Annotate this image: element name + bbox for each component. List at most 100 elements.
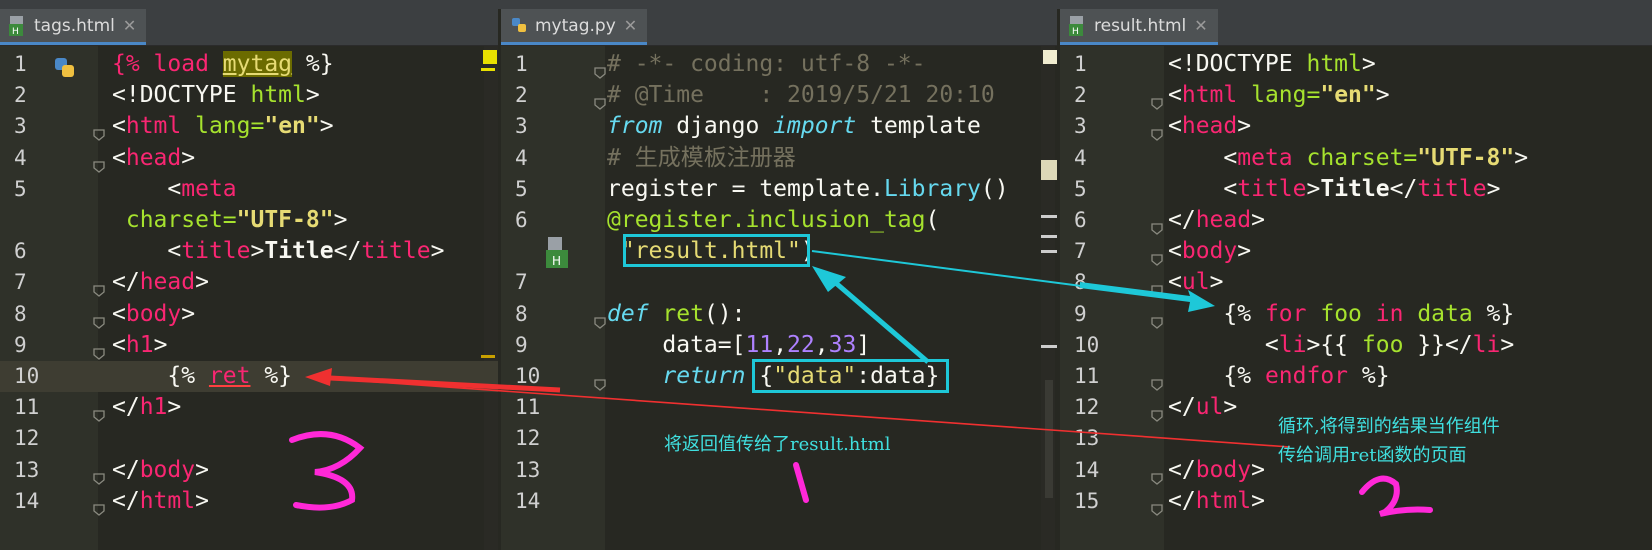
warning-marker[interactable]	[483, 50, 497, 64]
code-line[interactable]: 3 <head>	[1060, 111, 1652, 142]
code-line[interactable]: 4 <head>	[0, 143, 498, 174]
code-line[interactable]: 6 <title>Title</title>	[0, 236, 498, 267]
code-line[interactable]: 7	[501, 267, 1057, 298]
tab-mytag-py[interactable]: mytag.py ✕	[501, 9, 648, 45]
code-line[interactable]: 7 </head>	[0, 267, 498, 298]
line-number: 9	[1074, 301, 1087, 326]
line-number: 2	[1074, 83, 1087, 108]
fold-marker-icon[interactable]	[1150, 245, 1164, 267]
code-line[interactable]: 5 register = template.Library()	[501, 174, 1057, 205]
code-line[interactable]: 8 <ul>	[1060, 267, 1652, 298]
code-line[interactable]: 10 {% ret %}	[0, 361, 498, 392]
fold-marker-icon[interactable]	[593, 58, 607, 79]
code-line[interactable]: 7 <body>	[1060, 236, 1652, 267]
fold-marker-icon[interactable]	[92, 308, 106, 329]
code-line[interactable]: 11	[501, 392, 1057, 423]
fold-marker-icon[interactable]	[593, 89, 607, 111]
fold-marker-icon[interactable]	[1150, 401, 1164, 423]
fold-marker-icon[interactable]	[1150, 214, 1164, 235]
fold-marker-icon[interactable]	[1150, 464, 1164, 485]
code-text: register = template.Library()	[607, 175, 1009, 202]
code-line[interactable]: 8 def ret():	[501, 299, 1057, 330]
code-line[interactable]: charset="UTF-8">	[0, 205, 498, 236]
code-line[interactable]: 9 <h1>	[0, 330, 498, 361]
fold-marker-icon[interactable]	[1150, 276, 1164, 298]
scroll-marker	[481, 68, 495, 71]
code-text: </h1>	[112, 394, 182, 421]
editor-pane-result[interactable]: H result.html ✕ 1 <!DOCTYPE html> 2 <html l…	[1060, 9, 1652, 550]
line-number: 11	[515, 395, 541, 420]
scroll-thumb[interactable]	[1041, 160, 1057, 180]
code-line[interactable]: 14 </html>	[0, 486, 498, 517]
fold-marker-icon[interactable]	[1150, 308, 1164, 329]
code-line[interactable]: 4 # 生成模板注册器	[501, 143, 1057, 174]
python-run-icon[interactable]	[52, 55, 78, 81]
code-line[interactable]: 2 <!DOCTYPE html>	[0, 80, 498, 111]
code-line[interactable]: 13 </body>	[0, 455, 498, 486]
code-text: {% ret %}	[112, 363, 293, 389]
scroll-track	[1045, 380, 1053, 498]
code-text: # 生成模板注册器	[607, 144, 796, 171]
code-line[interactable]: 2 # @Time : 2019/5/21 20:10	[501, 80, 1057, 111]
fold-marker-icon[interactable]	[92, 401, 106, 423]
code-line[interactable]: 6 </head>	[1060, 205, 1652, 236]
line-number: 6	[515, 208, 528, 232]
fold-marker-icon[interactable]	[92, 152, 106, 173]
code-line[interactable]: 6 @register.inclusion_tag(	[501, 205, 1057, 236]
fold-marker-icon[interactable]	[92, 464, 106, 485]
tab-result-html[interactable]: H result.html ✕	[1060, 9, 1218, 45]
line-number: 8	[14, 301, 27, 326]
code-line[interactable]: 8 <body>	[0, 299, 498, 330]
code-line[interactable]: 4 <meta charset="UTF-8">	[1060, 143, 1652, 174]
status-marker[interactable]	[1043, 50, 1057, 64]
editor-pane-mytag[interactable]: mytag.py ✕ 1 # -*- coding: utf-8 -*- 2 # @T…	[501, 9, 1057, 550]
line-number: 7	[14, 270, 27, 295]
code-text: </head>	[112, 269, 209, 296]
code-line[interactable]: 2 <html lang="en">	[1060, 80, 1652, 111]
code-line[interactable]: 11 {% endfor %}	[1060, 361, 1652, 392]
code-line[interactable]: 5 <meta	[0, 174, 498, 205]
fold-marker-icon[interactable]	[1150, 120, 1164, 142]
line-number: 9	[14, 332, 27, 357]
code-text: <head>	[112, 144, 196, 171]
tab-tags-html[interactable]: H tags.html ✕	[0, 9, 147, 45]
code-line[interactable]: 13	[501, 455, 1057, 486]
code-line[interactable]: 5 <title>Title</title>	[1060, 174, 1652, 205]
fold-marker-icon[interactable]	[593, 370, 607, 391]
fold-marker-icon[interactable]	[92, 339, 106, 360]
fold-marker-icon[interactable]	[1150, 370, 1164, 391]
code-text: <meta	[112, 175, 237, 202]
code-line[interactable]: 3 <html lang="en">	[0, 111, 498, 142]
code-line[interactable]: 1 # -*- coding: utf-8 -*-	[501, 49, 1057, 80]
code-line[interactable]: 9 data=[11,22,33]	[501, 330, 1057, 361]
fold-marker-icon[interactable]	[92, 120, 106, 142]
code-line[interactable]: 12	[0, 423, 498, 454]
code-line[interactable]: 1 <!DOCTYPE html>	[1060, 49, 1652, 80]
code-line[interactable]: 15 </html>	[1060, 486, 1652, 517]
fold-marker-icon[interactable]	[92, 495, 106, 516]
code-line[interactable]: 14	[501, 486, 1057, 517]
line-number: 1	[515, 52, 528, 76]
close-icon[interactable]: ✕	[624, 16, 637, 35]
html-file-gutter-icon[interactable]: H	[544, 236, 570, 270]
line-number: 3	[515, 114, 528, 139]
fold-marker-icon[interactable]	[593, 308, 607, 329]
editor-pane-tags[interactable]: H tags.html ✕ 1 {% load mytag %} 2 <!DOCTYP…	[0, 9, 498, 550]
code-line[interactable]: 10 <li>{{ foo }}</li>	[1060, 330, 1652, 361]
code-line[interactable]: 9 {% for foo in data %}	[1060, 299, 1652, 330]
code-line[interactable]: 11 </h1>	[0, 392, 498, 423]
code-text: from django import template	[607, 113, 981, 140]
line-number: 12	[14, 426, 40, 451]
fold-marker-icon[interactable]	[1150, 89, 1164, 111]
fold-marker-icon[interactable]	[92, 276, 106, 298]
code-text: </html>	[1168, 487, 1265, 514]
code-text: data=[11,22,33]	[607, 331, 871, 358]
code-text: <title>Title</title>	[1168, 175, 1501, 202]
fold-marker-icon[interactable]	[1150, 495, 1164, 516]
code-text: <ul>	[1168, 269, 1224, 296]
close-icon[interactable]: ✕	[123, 16, 136, 35]
line-number: 13	[14, 457, 40, 482]
line-number: 9	[515, 332, 528, 357]
close-icon[interactable]: ✕	[1194, 16, 1207, 35]
code-line[interactable]: 3 from django import template	[501, 111, 1057, 142]
